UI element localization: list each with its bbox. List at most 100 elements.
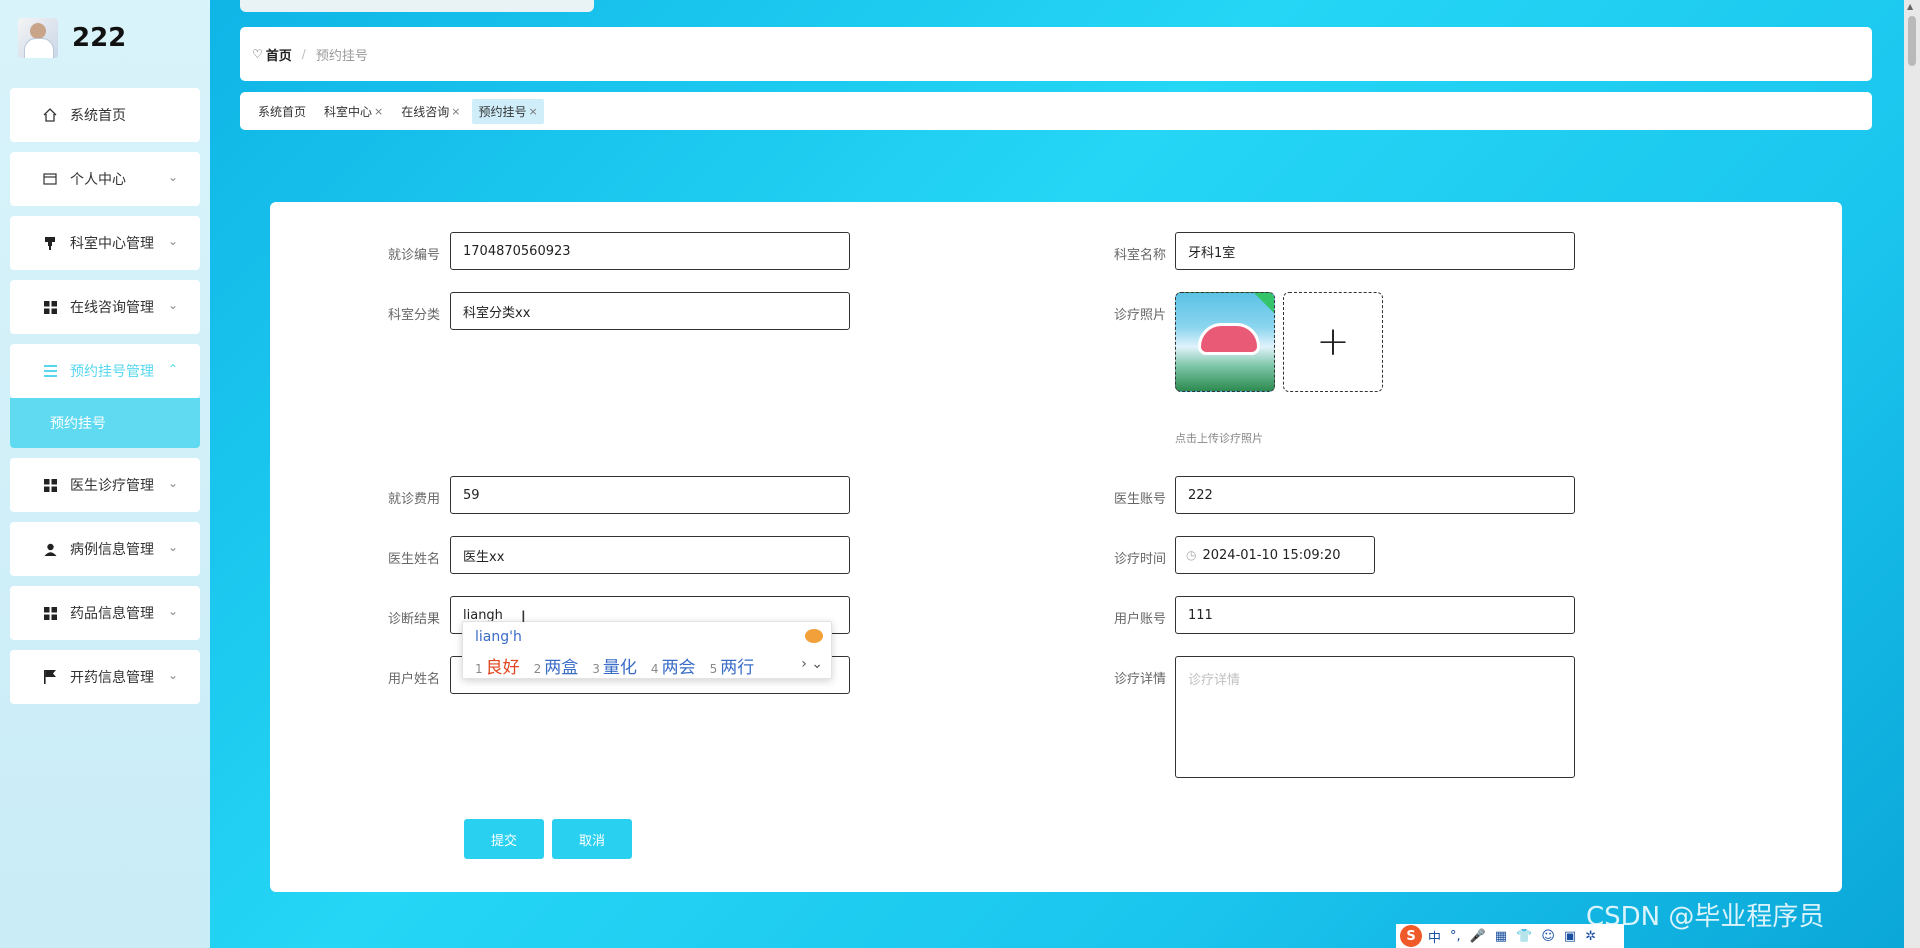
details-label: 诊疗详情 xyxy=(1113,672,1166,687)
dept-name-field[interactable]: 牙科1室 xyxy=(1175,232,1575,270)
ime-status-bar: S 中 °, 🎤 ▦ 👕 ☺ ▣ ✲ xyxy=(1396,924,1624,948)
home-icon xyxy=(42,107,58,123)
ime-logo-icon xyxy=(805,629,823,643)
breadcrumb-home[interactable]: 首页 xyxy=(266,45,292,64)
sidebar-item-label: 预约挂号管理 xyxy=(70,364,154,380)
doctor-account-label: 医生账号 xyxy=(1113,492,1166,507)
sidebar-item-medicine[interactable]: 药品信息管理 ⌄ xyxy=(10,586,200,640)
sidebar-item-label: 医生诊疗管理 xyxy=(70,478,154,494)
user-icon xyxy=(42,541,58,557)
submenu-item-appointment[interactable]: 预约挂号 xyxy=(10,398,200,448)
ime-candidates: 1 良好 2 两盒 3 量化 4 两会 5 两行 xyxy=(475,653,768,678)
breadcrumb-current: 预约挂号 xyxy=(315,48,368,64)
sidebar-item-label: 开药信息管理 xyxy=(70,670,154,686)
sogou-logo-icon[interactable]: S xyxy=(1400,925,1422,947)
form-card: 就诊编号 1704870560923 科室分类 科室分类xx 就诊费用 59 医… xyxy=(270,202,1842,892)
clock-icon: ◷ xyxy=(1186,548,1197,562)
sidebar-item-label: 在线咨询管理 xyxy=(70,300,154,316)
sidebar-item-label: 药品信息管理 xyxy=(70,606,154,622)
ime-page-nav[interactable]: › ⌄ xyxy=(801,656,823,672)
brand-name: 222 xyxy=(72,23,127,53)
sidebar-item-label: 系统首页 xyxy=(70,108,126,124)
grid-icon xyxy=(42,605,58,621)
close-icon[interactable]: × xyxy=(451,105,460,118)
ime-candidate[interactable]: 1 良好 xyxy=(475,653,520,678)
chevron-down-icon: ⌄ xyxy=(167,170,178,184)
doctor-name-field[interactable]: 医生xx xyxy=(450,536,850,574)
ime-candidate[interactable]: 2 两盒 xyxy=(534,653,579,678)
fee-label: 就诊费用 xyxy=(387,492,440,507)
chevron-down-icon: ⌄ xyxy=(167,668,178,682)
chevron-down-icon: ⌄ xyxy=(167,540,178,554)
scroll-up-arrow-icon[interactable]: ▲ xyxy=(1907,2,1913,11)
photo-thumbnail[interactable] xyxy=(1175,292,1275,392)
ime-candidate[interactable]: 3 量化 xyxy=(592,653,637,678)
sidebar-item-prescription[interactable]: 开药信息管理 ⌄ xyxy=(10,650,200,704)
dept-category-label: 科室分类 xyxy=(387,308,440,323)
dept-category-field[interactable]: 科室分类xx xyxy=(450,292,850,330)
sidebar-item-dept[interactable]: 科室中心管理 ⌄ xyxy=(10,216,200,270)
sidebar-item-case[interactable]: 病例信息管理 ⌄ xyxy=(10,522,200,576)
microphone-icon[interactable]: 🎤 xyxy=(1470,929,1486,944)
tab-home[interactable]: 系统首页 xyxy=(252,99,312,124)
scrollbar-thumb[interactable] xyxy=(1908,16,1916,66)
settings-icon[interactable]: ✲ xyxy=(1585,929,1596,944)
pin-icon xyxy=(42,235,58,251)
tab-label: 预约挂号 xyxy=(478,104,527,119)
sidebar-item-doctor[interactable]: 医生诊疗管理 ⌄ xyxy=(10,458,200,512)
chevron-down-icon: ⌄ xyxy=(167,476,178,490)
submit-button[interactable]: 提交 xyxy=(464,819,544,859)
list-icon xyxy=(42,363,58,379)
user-name-label: 用户姓名 xyxy=(387,672,440,687)
chevron-down-icon: ⌄ xyxy=(167,234,178,248)
user-account-label: 用户账号 xyxy=(1113,612,1166,627)
close-icon[interactable]: × xyxy=(374,105,383,118)
flag-icon xyxy=(42,669,58,685)
keyboard-icon[interactable]: ▦ xyxy=(1495,929,1507,944)
sidebar-item-home[interactable]: 系统首页 xyxy=(10,88,200,142)
text-cursor-icon: I xyxy=(521,607,526,626)
teeth-illustration xyxy=(1198,323,1260,355)
details-textarea[interactable]: 诊疗详情 xyxy=(1175,656,1575,778)
photo-label: 诊疗照片 xyxy=(1113,308,1166,323)
tab-appointment[interactable]: 预约挂号 × xyxy=(472,98,544,124)
ime-pinyin: liang'h xyxy=(475,629,522,645)
upload-photo-button[interactable]: + xyxy=(1283,292,1383,392)
doctor-account-field[interactable]: 222 xyxy=(1175,476,1575,514)
fee-field[interactable]: 59 xyxy=(450,476,850,514)
tab-consult[interactable]: 在线咨询 × xyxy=(395,99,466,124)
visit-time-picker[interactable]: ◷ 2024-01-10 15:09:20 xyxy=(1175,536,1375,574)
sidebar-item-personal[interactable]: 个人中心 ⌄ xyxy=(10,152,200,206)
punctuation-icon[interactable]: °, xyxy=(1450,929,1461,944)
sidebar-item-label: 个人中心 xyxy=(70,172,126,188)
dept-name-label: 科室名称 xyxy=(1113,248,1166,263)
emoji-icon[interactable]: ☺ xyxy=(1541,929,1555,944)
ime-candidate[interactable]: 5 两行 xyxy=(710,653,755,678)
ime-candidate[interactable]: 4 两会 xyxy=(651,653,696,678)
ime-mode-icon[interactable]: 中 xyxy=(1428,927,1441,946)
cancel-button[interactable]: 取消 xyxy=(552,819,632,859)
chevron-up-icon: ⌃ xyxy=(167,362,178,376)
sidebar-item-consult[interactable]: 在线咨询管理 ⌄ xyxy=(10,280,200,334)
tab-dept[interactable]: 科室中心 × xyxy=(318,99,389,124)
close-icon[interactable]: × xyxy=(529,105,538,118)
toolbox-icon[interactable]: ▣ xyxy=(1564,929,1576,944)
chevron-down-icon: ⌄ xyxy=(167,298,178,312)
sidebar: 222 系统首页 个人中心 ⌄ 科室中心管理 ⌄ 在线咨询管理 ⌄ 预约挂号管理… xyxy=(0,0,210,948)
skin-icon[interactable]: 👕 xyxy=(1516,929,1532,944)
sidebar-menu: 系统首页 个人中心 ⌄ 科室中心管理 ⌄ 在线咨询管理 ⌄ 预约挂号管理 ⌃ 预… xyxy=(10,88,200,714)
visit-no-field[interactable]: 1704870560923 xyxy=(450,232,850,270)
sidebar-item-appointment[interactable]: 预约挂号管理 ⌃ xyxy=(10,344,200,398)
heart-icon: ♡ xyxy=(252,47,263,61)
grid-icon xyxy=(42,477,58,493)
visit-time-label: 诊疗时间 xyxy=(1113,552,1166,567)
diagnosis-label: 诊断结果 xyxy=(387,612,440,627)
user-account-field[interactable]: 111 xyxy=(1175,596,1575,634)
chevron-down-icon: ⌄ xyxy=(167,604,178,618)
page-scrollbar[interactable]: ▲ xyxy=(1904,0,1920,948)
submenu-item-label: 预约挂号 xyxy=(50,416,106,432)
ime-candidate-window: liang'h 1 良好 2 两盒 3 量化 4 两会 5 两行 › ⌄ xyxy=(462,621,832,679)
main-area: ♡ 首页 / 预约挂号 系统首页 科室中心 × 在线咨询 × 预约挂号 × 就诊… xyxy=(210,0,1920,948)
tab-label: 系统首页 xyxy=(258,104,307,119)
upload-hint: 点击上传诊疗照片 xyxy=(1175,432,1263,445)
